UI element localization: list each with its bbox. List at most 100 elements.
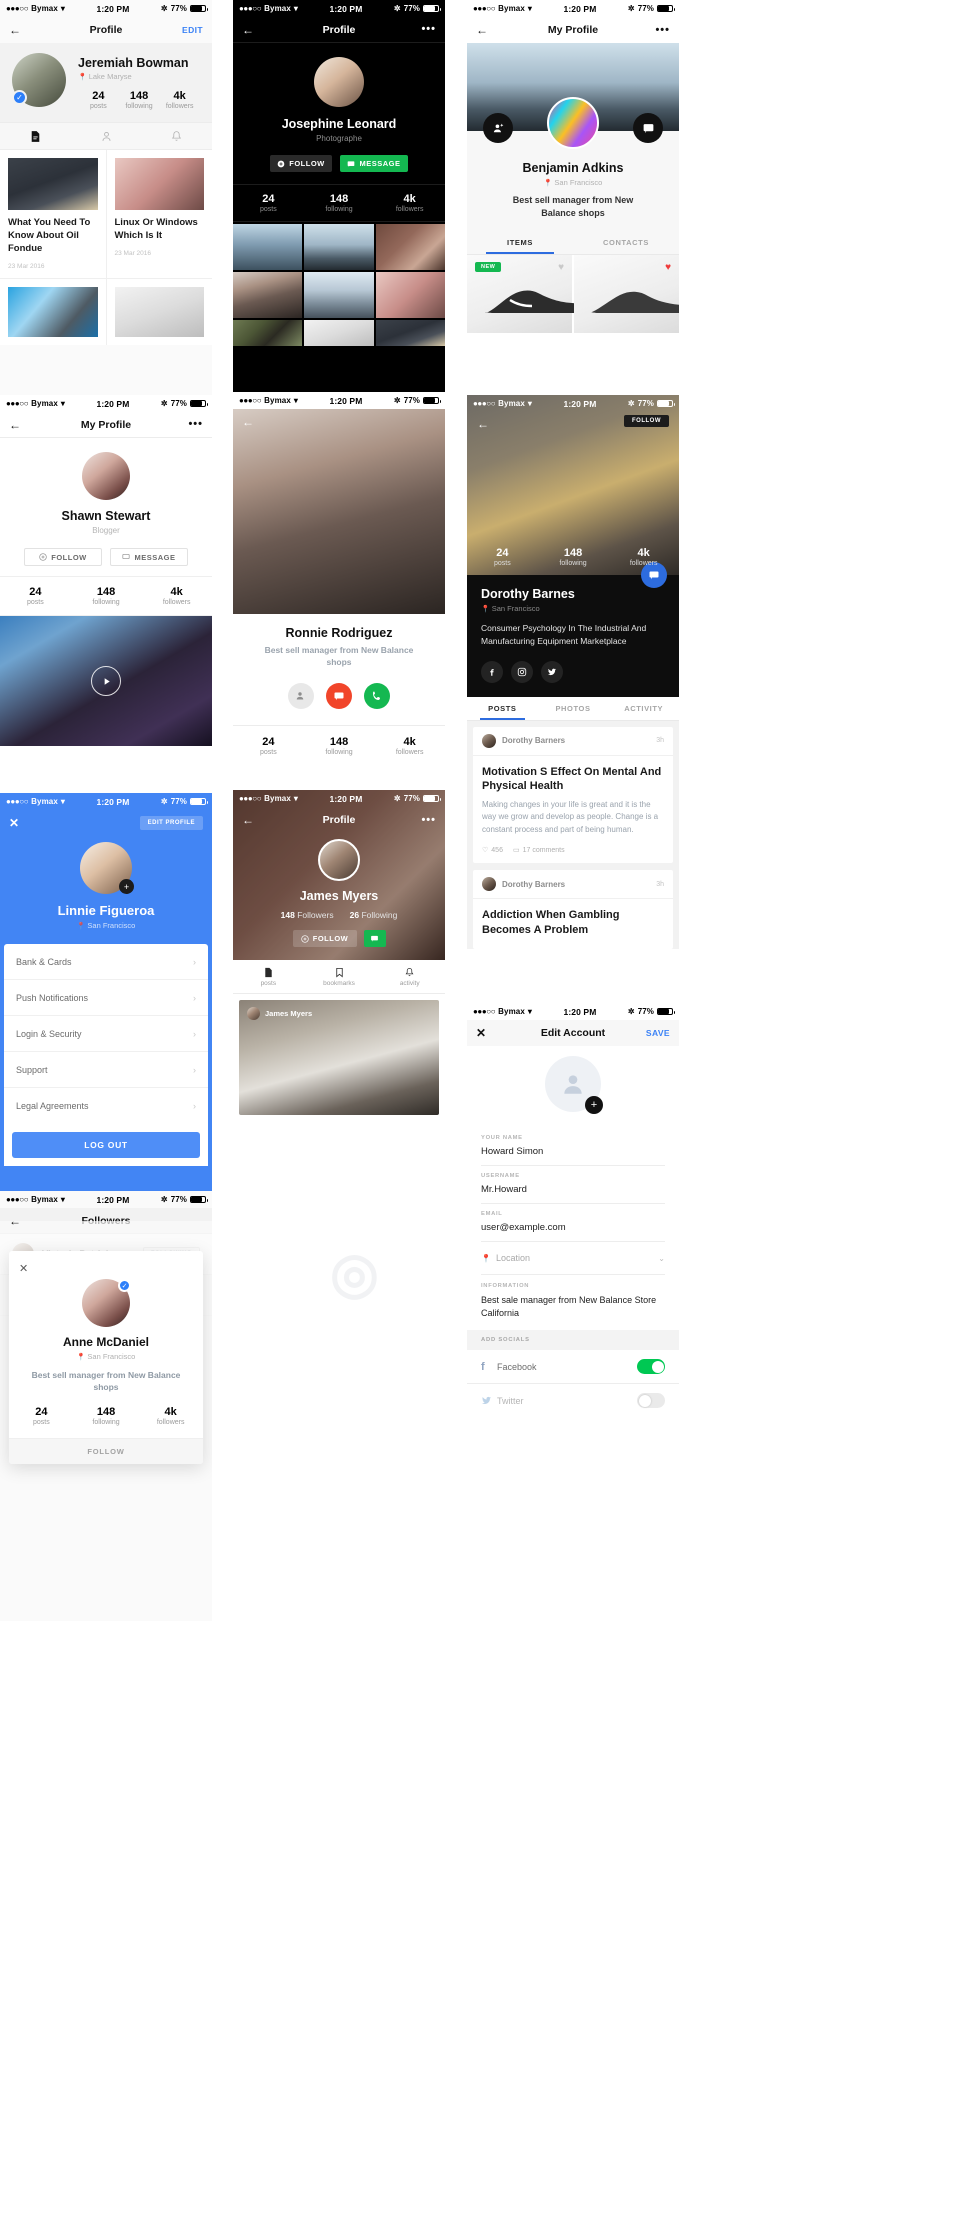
follow-button[interactable]: FOLLOW xyxy=(9,1437,203,1464)
item-card[interactable]: ♥ xyxy=(574,255,679,334)
post-card[interactable]: Dorothy Barners 3h Addiction When Gambli… xyxy=(473,870,673,949)
article-card[interactable]: Linux Or Windows Which Is It 23 Mar 2016 xyxy=(107,150,213,277)
tab-posts[interactable]: posts xyxy=(233,967,304,987)
field-email[interactable]: EMAIL user@example.com xyxy=(481,1204,665,1242)
logout-button[interactable]: LOG OUT xyxy=(12,1132,200,1158)
card-caption: James Myers xyxy=(265,1009,313,1018)
follow-button[interactable]: FOLLOW xyxy=(270,155,332,172)
heart-icon: ♡ xyxy=(482,847,489,855)
close-icon[interactable]: ✕ xyxy=(19,1263,28,1275)
grid-photo[interactable] xyxy=(304,272,374,319)
post-card[interactable]: Dorothy Barners 3h Motivation S Effect O… xyxy=(473,726,673,864)
wifi-icon: ▾ xyxy=(293,4,299,13)
grid-photo[interactable] xyxy=(304,320,374,347)
post-card[interactable]: James Myers xyxy=(233,994,445,1121)
close-icon[interactable]: ✕ xyxy=(9,817,19,829)
play-button[interactable] xyxy=(91,666,121,697)
video-post[interactable] xyxy=(0,616,212,747)
grid-photo[interactable] xyxy=(233,272,303,319)
back-icon[interactable]: ← xyxy=(242,814,254,826)
follow-button[interactable]: FOLLOW xyxy=(624,415,669,427)
tab-people[interactable] xyxy=(71,130,142,143)
comment-button[interactable]: ▭ 17 comments xyxy=(513,846,565,855)
call-button[interactable] xyxy=(364,682,390,709)
message-button[interactable] xyxy=(633,113,663,143)
message-button[interactable] xyxy=(326,682,352,709)
toggle-facebook[interactable] xyxy=(637,1359,665,1375)
more-icon[interactable]: ••• xyxy=(188,419,203,430)
add-contact-button[interactable] xyxy=(288,682,314,709)
settings-item-support[interactable]: Support › xyxy=(4,1052,208,1088)
heart-icon[interactable]: ♥ xyxy=(558,262,564,273)
message-button[interactable] xyxy=(363,930,386,947)
field-value: Howard Simon xyxy=(481,1146,544,1157)
tab-posts[interactable]: POSTS xyxy=(467,697,538,720)
more-icon[interactable]: ••• xyxy=(421,814,436,826)
field-username[interactable]: USERNAME Mr.Howard xyxy=(481,1166,665,1204)
tab-photos[interactable]: PHOTOS xyxy=(538,697,609,720)
message-button[interactable]: MESSAGE xyxy=(340,155,408,172)
settings-item-bank-cards[interactable]: Bank & Cards › xyxy=(4,944,208,980)
field-location[interactable]: 📍 Location ⌄ xyxy=(481,1242,665,1275)
tab-articles[interactable] xyxy=(0,130,71,143)
grid-photo[interactable] xyxy=(375,272,445,319)
article-card[interactable] xyxy=(0,278,107,345)
avatar-uploader[interactable]: + xyxy=(467,1046,679,1128)
photo-grid xyxy=(233,222,445,347)
wifi-icon: ▾ xyxy=(60,4,66,13)
item-card[interactable]: NEW ♥ xyxy=(467,255,598,334)
field-information[interactable]: INFORMATION Best sale manager from New B… xyxy=(481,1275,665,1330)
tab-activity[interactable]: ACTIVITY xyxy=(608,697,679,720)
add-photo-button[interactable]: + xyxy=(585,1096,603,1114)
back-icon[interactable]: ← xyxy=(9,419,21,431)
ui-kit-canvas: ◎ ◎ ◎ ●●●○○Bymax▾ 1:20 PM ✲77% ← Profile… xyxy=(0,0,960,2221)
article-card[interactable] xyxy=(107,279,213,345)
tab-items[interactable]: ITEMS xyxy=(467,231,573,255)
social-row-twitter[interactable]: Twitter xyxy=(467,1384,679,1417)
toggle-twitter[interactable] xyxy=(637,1393,665,1409)
instagram-icon[interactable] xyxy=(511,660,533,683)
back-icon[interactable]: ← xyxy=(477,417,489,431)
more-icon[interactable]: ••• xyxy=(421,24,436,35)
grid-photo[interactable] xyxy=(233,320,303,347)
grid-photo[interactable] xyxy=(375,320,445,347)
signal-icon: ●●●○○ xyxy=(239,396,262,405)
article-card[interactable]: What You Need To Know About Oil Fondue 2… xyxy=(0,150,107,278)
back-icon[interactable]: ← xyxy=(242,24,254,36)
follow-button[interactable]: FOLLOW xyxy=(292,930,357,947)
grid-photo[interactable] xyxy=(304,224,374,271)
heart-icon[interactable]: ♥ xyxy=(665,262,671,273)
like-button[interactable]: ♡ 456 xyxy=(482,846,503,855)
tab-notifications[interactable] xyxy=(141,130,212,143)
screen-james-profile: ●●●○○ Bymax ▾ 1:20 PM ✲ 77% ← Profile ••• J… xyxy=(233,790,445,1188)
tab-contacts[interactable]: CONTACTS xyxy=(573,231,679,254)
tab-bookmarks[interactable]: bookmarks xyxy=(304,967,375,987)
settings-item-login-security[interactable]: Login & Security › xyxy=(4,1016,208,1052)
grid-photo[interactable] xyxy=(233,224,303,271)
field-your-name[interactable]: YOUR NAME Howard Simon xyxy=(481,1128,665,1166)
save-button[interactable]: SAVE xyxy=(646,1028,670,1038)
edit-button[interactable]: EDIT xyxy=(182,25,203,35)
profile-name: Josephine Leonard xyxy=(281,117,397,131)
twitter-icon[interactable] xyxy=(541,660,563,683)
post-feed: Dorothy Barners 3h Motivation S Effect O… xyxy=(467,720,679,949)
close-icon[interactable]: ✕ xyxy=(476,1027,486,1039)
grid-photo[interactable] xyxy=(375,224,445,271)
back-icon[interactable]: ← xyxy=(242,415,254,429)
message-button[interactable]: MESSAGE xyxy=(110,548,188,566)
edit-profile-button[interactable]: EDIT PROFILE xyxy=(139,816,203,830)
back-icon[interactable]: ← xyxy=(9,24,21,36)
social-row-facebook[interactable]: f Facebook xyxy=(467,1350,679,1385)
back-icon[interactable]: ← xyxy=(9,1215,21,1227)
back-icon[interactable]: ← xyxy=(476,24,488,36)
profile-name: Shawn Stewart xyxy=(61,509,151,523)
tab-activity[interactable]: activity xyxy=(374,967,445,987)
add-photo-button[interactable]: + xyxy=(119,879,134,894)
more-icon[interactable]: ••• xyxy=(655,24,670,36)
settings-item-push-notifications[interactable]: Push Notifications › xyxy=(4,980,208,1016)
settings-item-legal-agreements[interactable]: Legal Agreements › xyxy=(4,1088,208,1124)
facebook-icon[interactable] xyxy=(481,660,503,683)
follow-button[interactable]: FOLLOW xyxy=(24,548,102,566)
add-contact-button[interactable] xyxy=(483,113,513,143)
clock: 1:20 PM xyxy=(96,796,130,807)
